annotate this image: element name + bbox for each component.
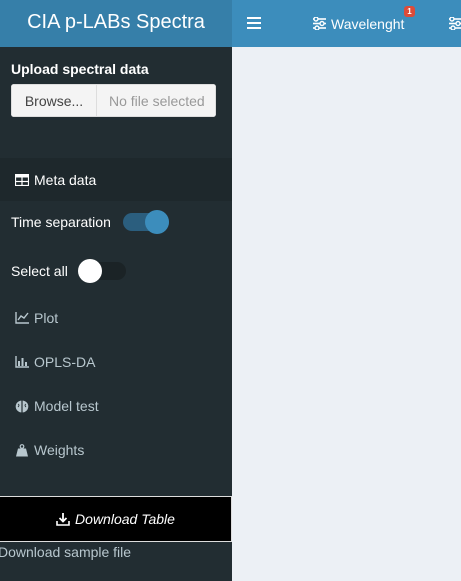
sidebar-item-label: Weights bbox=[34, 442, 85, 458]
weight-icon bbox=[16, 443, 28, 456]
sidebar-item-label: Model test bbox=[34, 398, 99, 414]
upload-label: Upload spectral data bbox=[11, 61, 149, 77]
bar-chart-icon bbox=[15, 356, 29, 368]
sidebar-toggle-button[interactable] bbox=[247, 14, 261, 32]
sidebar-item-plot[interactable]: Plot bbox=[0, 298, 232, 338]
sidebar: Upload spectral data Browse... No file s… bbox=[0, 47, 232, 581]
nav-item-label: Wavelenght bbox=[331, 15, 405, 32]
app-title[interactable]: CIA p-LABs Spectra bbox=[0, 0, 232, 47]
download-table-label: Download Table bbox=[75, 511, 175, 527]
download-icon bbox=[56, 512, 70, 526]
time-separation-switch[interactable] bbox=[122, 210, 169, 234]
file-name-field[interactable]: No file selected bbox=[97, 84, 216, 117]
main-content bbox=[232, 47, 461, 581]
sidebar-item-weights[interactable]: Weights bbox=[0, 430, 232, 470]
file-upload-input[interactable]: Browse... No file selected bbox=[11, 84, 216, 117]
line-chart-icon bbox=[15, 312, 29, 324]
time-separation-row: Time separation bbox=[11, 210, 169, 234]
download-sample-link[interactable]: Download sample file bbox=[0, 544, 131, 560]
sidebar-item-label: Meta data bbox=[34, 171, 97, 188]
select-all-switch[interactable] bbox=[77, 259, 126, 283]
select-all-row: Select all bbox=[11, 259, 126, 283]
sliders-icon bbox=[313, 17, 326, 30]
notification-badge: 1 bbox=[404, 6, 415, 17]
select-all-label: Select all bbox=[11, 263, 68, 279]
top-navbar: Wavelenght 1 bbox=[232, 0, 461, 47]
browse-button[interactable]: Browse... bbox=[11, 84, 97, 117]
sidebar-item-label: OPLS-DA bbox=[34, 354, 96, 370]
sliders-icon bbox=[449, 17, 461, 30]
nav-item-more[interactable] bbox=[448, 0, 461, 47]
sidebar-item-label: Plot bbox=[34, 310, 59, 326]
sidebar-item-opls-da[interactable]: OPLS-DA bbox=[0, 342, 232, 382]
table-icon bbox=[15, 173, 29, 186]
sidebar-item-meta-data[interactable]: Meta data bbox=[0, 158, 232, 201]
download-table-button[interactable]: Download Table bbox=[0, 496, 232, 542]
time-separation-label: Time separation bbox=[11, 214, 111, 230]
brain-icon bbox=[15, 400, 29, 412]
nav-item-wavelength[interactable]: Wavelenght bbox=[312, 0, 404, 47]
sidebar-item-model-test[interactable]: Model test bbox=[0, 386, 232, 426]
